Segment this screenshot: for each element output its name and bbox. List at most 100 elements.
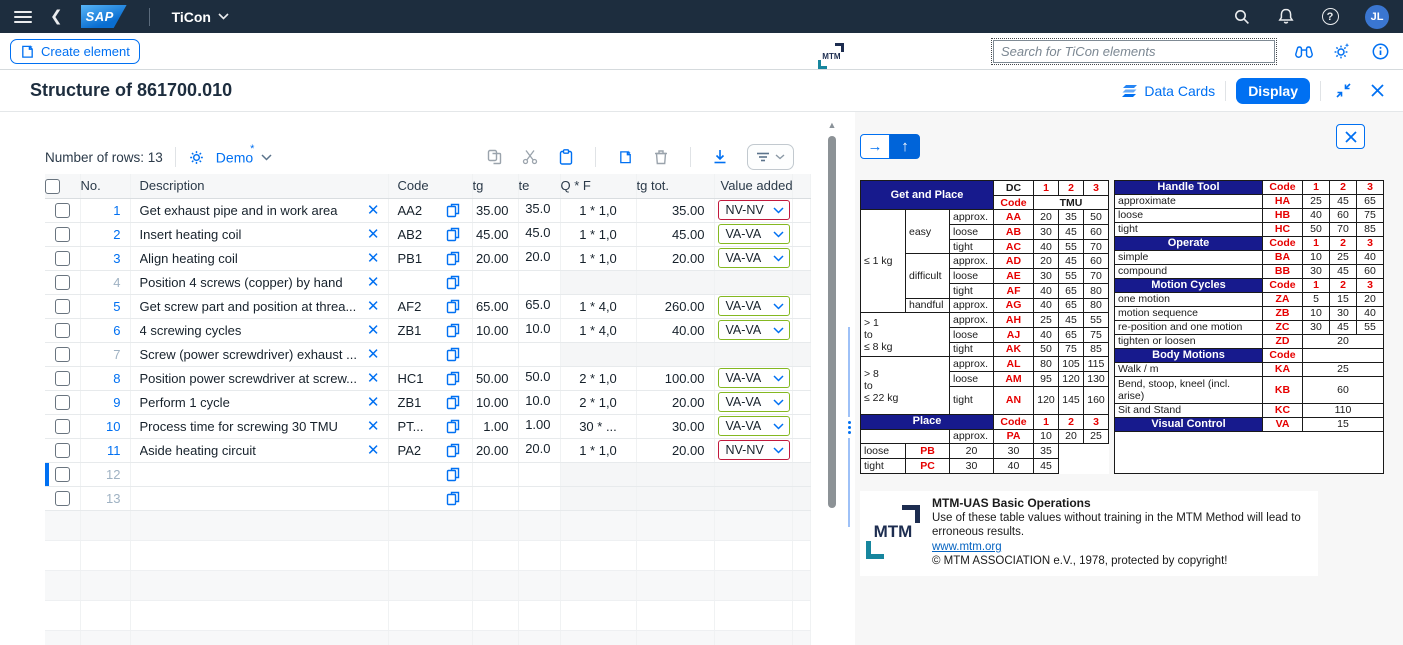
tg-cell[interactable]: 1.00 [472,414,518,438]
x-clear-button[interactable]: ✕ [363,347,388,362]
open-data-card-icon[interactable] [446,251,460,266]
back-icon[interactable]: ❮ [50,9,63,24]
x-clear-button[interactable]: ✕ [363,227,388,242]
panel-splitter[interactable] [845,327,853,527]
ticon-search-input[interactable] [993,40,1275,63]
row-select-checkbox[interactable] [55,299,70,314]
x-clear-button[interactable]: ✕ [363,443,388,458]
code-cell[interactable]: HC1 [388,366,472,390]
value-added-select[interactable]: VA-VA [718,392,790,412]
code-cell[interactable] [388,486,472,510]
description-cell[interactable]: Process time for screwing 30 TMU✕ [130,414,388,438]
qf-cell[interactable] [560,342,636,366]
search-icon[interactable] [1233,8,1251,26]
data-cards-button[interactable]: Data Cards [1121,83,1215,99]
x-clear-button[interactable]: ✕ [363,323,388,338]
view-settings-gear-icon[interactable] [188,148,206,166]
qf-cell[interactable]: 1 * 1,0 [560,222,636,246]
x-clear-button[interactable]: ✕ [363,371,388,386]
row-select-checkbox[interactable] [55,371,70,386]
row-select-checkbox[interactable] [55,275,70,290]
sap-logo[interactable]: SAP [81,5,127,28]
qf-cell[interactable]: 1 * 1,0 [560,246,636,270]
value-added-select[interactable]: NV-NV [718,440,790,460]
tg-cell[interactable] [472,462,518,486]
avatar[interactable]: JL [1365,5,1389,29]
te-cell[interactable]: 20.0 [518,438,560,462]
tg-cell[interactable] [472,486,518,510]
open-data-card-icon[interactable] [446,371,460,386]
te-cell[interactable]: 20.0 [518,246,560,270]
description-cell[interactable]: Position 4 screws (copper) by hand✕ [130,270,388,294]
cut-icon[interactable] [521,148,539,166]
te-cell[interactable]: 10.0 [518,318,560,342]
value-added-select[interactable]: VA-VA [718,224,790,244]
notifications-bell-icon[interactable] [1277,8,1295,26]
copy-icon[interactable] [485,148,503,166]
x-clear-button[interactable]: ✕ [363,203,388,218]
tg-cell[interactable] [472,270,518,294]
code-cell[interactable]: PA2 [388,438,472,462]
row-select-checkbox[interactable] [55,347,70,362]
open-data-card-icon[interactable] [446,467,460,482]
description-cell[interactable]: Position power screwdriver at screw...✕ [130,366,388,390]
qf-cell[interactable] [560,486,636,510]
tg-cell[interactable]: 50.00 [472,366,518,390]
value-added-select[interactable]: NV-NV [718,200,790,220]
qf-cell[interactable]: 30 * ... [560,414,636,438]
view-selector[interactable]: Demo* [216,148,273,166]
value-added-select[interactable]: VA-VA [718,320,790,340]
vertical-scrollbar[interactable]: ▲ [826,120,838,645]
code-cell[interactable] [388,270,472,294]
code-cell[interactable]: AB2 [388,222,472,246]
open-data-card-icon[interactable] [446,299,460,314]
row-select-checkbox[interactable] [55,419,70,434]
code-cell[interactable]: AF2 [388,294,472,318]
te-cell[interactable]: 50.0 [518,366,560,390]
open-data-card-icon[interactable] [446,203,460,218]
qf-cell[interactable]: 1 * 4,0 [560,294,636,318]
open-data-card-icon[interactable] [446,395,460,410]
qf-cell[interactable]: 1 * 1,0 [560,198,636,222]
te-cell[interactable] [518,462,560,486]
description-cell[interactable] [130,462,388,486]
mtm-org-link[interactable]: www.mtm.org [932,541,1002,553]
open-data-card-icon[interactable] [446,275,460,290]
tg-cell[interactable]: 10.00 [472,318,518,342]
description-cell[interactable]: Insert heating coil✕ [130,222,388,246]
row-select-checkbox[interactable] [55,467,70,482]
te-cell[interactable]: 65.0 [518,294,560,318]
qf-cell[interactable] [560,270,636,294]
qf-cell[interactable]: 1 * 1,0 [560,438,636,462]
x-clear-button[interactable]: ✕ [363,419,388,434]
code-cell[interactable]: ZB1 [388,318,472,342]
info-icon[interactable] [1371,42,1389,60]
tg-cell[interactable]: 20.00 [472,438,518,462]
te-cell[interactable]: 10.0 [518,390,560,414]
qf-cell[interactable] [560,462,636,486]
create-element-button[interactable]: Create element [10,39,140,64]
x-clear-button[interactable]: ✕ [363,251,388,266]
help-icon[interactable]: ? [1321,8,1339,26]
value-added-select[interactable]: VA-VA [718,368,790,388]
gear-stars-icon[interactable] [1333,42,1351,60]
scroll-up-arrow-icon[interactable]: ▲ [826,120,838,130]
exit-fullscreen-icon[interactable] [1331,79,1355,103]
x-clear-button[interactable]: ✕ [363,299,388,314]
tg-cell[interactable]: 10.00 [472,390,518,414]
qf-cell[interactable]: 2 * 1,0 [560,366,636,390]
splitter-grip-icon[interactable] [848,417,851,438]
te-cell[interactable]: 1.00 [518,414,560,438]
description-cell[interactable]: Aside heating circuit✕ [130,438,388,462]
close-icon[interactable] [1365,79,1389,103]
scrollbar-thumb[interactable] [828,136,836,508]
tg-cell[interactable]: 20.00 [472,246,518,270]
arrow-up-button[interactable]: ↑ [890,134,920,159]
description-cell[interactable]: Screw (power screwdriver) exhaust ...✕ [130,342,388,366]
row-select-checkbox[interactable] [55,227,70,242]
open-data-card-icon[interactable] [446,323,460,338]
description-cell[interactable]: Get exhaust pipe and in work area✕ [130,198,388,222]
te-cell[interactable]: 45.0 [518,222,560,246]
description-cell[interactable]: Perform 1 cycle✕ [130,390,388,414]
te-cell[interactable] [518,486,560,510]
